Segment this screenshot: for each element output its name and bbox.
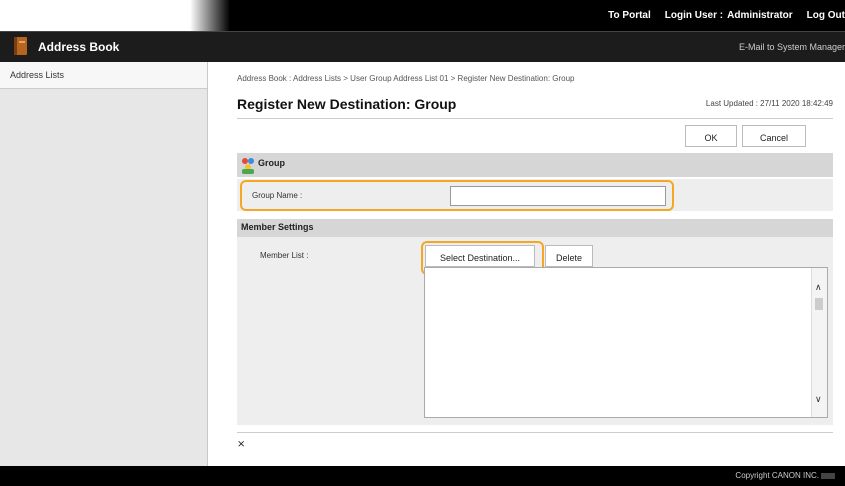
sidebar-item-address-lists[interactable]: Address Lists xyxy=(0,62,207,89)
main-content: Address Book : Address Lists > User Grou… xyxy=(208,62,845,466)
login-user-name: Administrator xyxy=(727,10,793,21)
scroll-thumb[interactable] xyxy=(815,298,823,310)
member-settings-title: Member Settings xyxy=(241,222,314,232)
group-name-input[interactable] xyxy=(450,186,666,206)
top-bar: To Portal Login User : Administrator Log… xyxy=(0,0,845,31)
group-icon xyxy=(242,158,254,174)
cancel-button[interactable]: Cancel xyxy=(742,125,806,147)
app-title: Address Book xyxy=(38,40,120,54)
scroll-down-icon[interactable]: ∨ xyxy=(815,394,822,405)
scroll-up-icon[interactable]: ∧ xyxy=(815,282,822,293)
member-list-label: Member List : xyxy=(260,251,309,260)
group-section-header xyxy=(237,153,833,177)
ok-button[interactable]: OK xyxy=(685,125,737,147)
email-system-manager-link[interactable]: E-Mail to System Manager xyxy=(739,32,845,62)
login-user-label: Login User : xyxy=(664,10,724,21)
address-book-icon xyxy=(14,37,27,55)
logout-link[interactable]: Log Out xyxy=(807,10,845,21)
top-nav: To Portal Login User : Administrator Log… xyxy=(608,0,845,31)
group-name-label: Group Name : xyxy=(252,191,303,200)
app-bar: Address Book E-Mail to System Manager xyxy=(0,31,845,62)
breadcrumb: Address Book : Address Lists > User Grou… xyxy=(237,74,575,83)
footer: Copyright CANON INC. xyxy=(0,466,845,486)
member-list-scrollbar[interactable]: ∧ ∨ xyxy=(811,268,827,417)
back-to-top-icon[interactable]: ⨯ xyxy=(237,439,245,450)
last-updated: Last Updated : 27/11 2020 18:42:49 xyxy=(705,99,833,108)
delete-button[interactable]: Delete xyxy=(545,245,593,267)
copyright: Copyright CANON INC. xyxy=(735,466,835,486)
sidebar: Address Lists xyxy=(0,62,208,466)
member-list-box[interactable]: ∧ ∨ xyxy=(424,267,828,418)
member-settings-header xyxy=(237,219,833,237)
page-title: Register New Destination: Group xyxy=(237,96,457,112)
group-section-title: Group xyxy=(258,158,285,168)
select-destination-button[interactable]: Select Destination... xyxy=(425,245,535,267)
to-portal-link[interactable]: To Portal xyxy=(608,10,651,21)
